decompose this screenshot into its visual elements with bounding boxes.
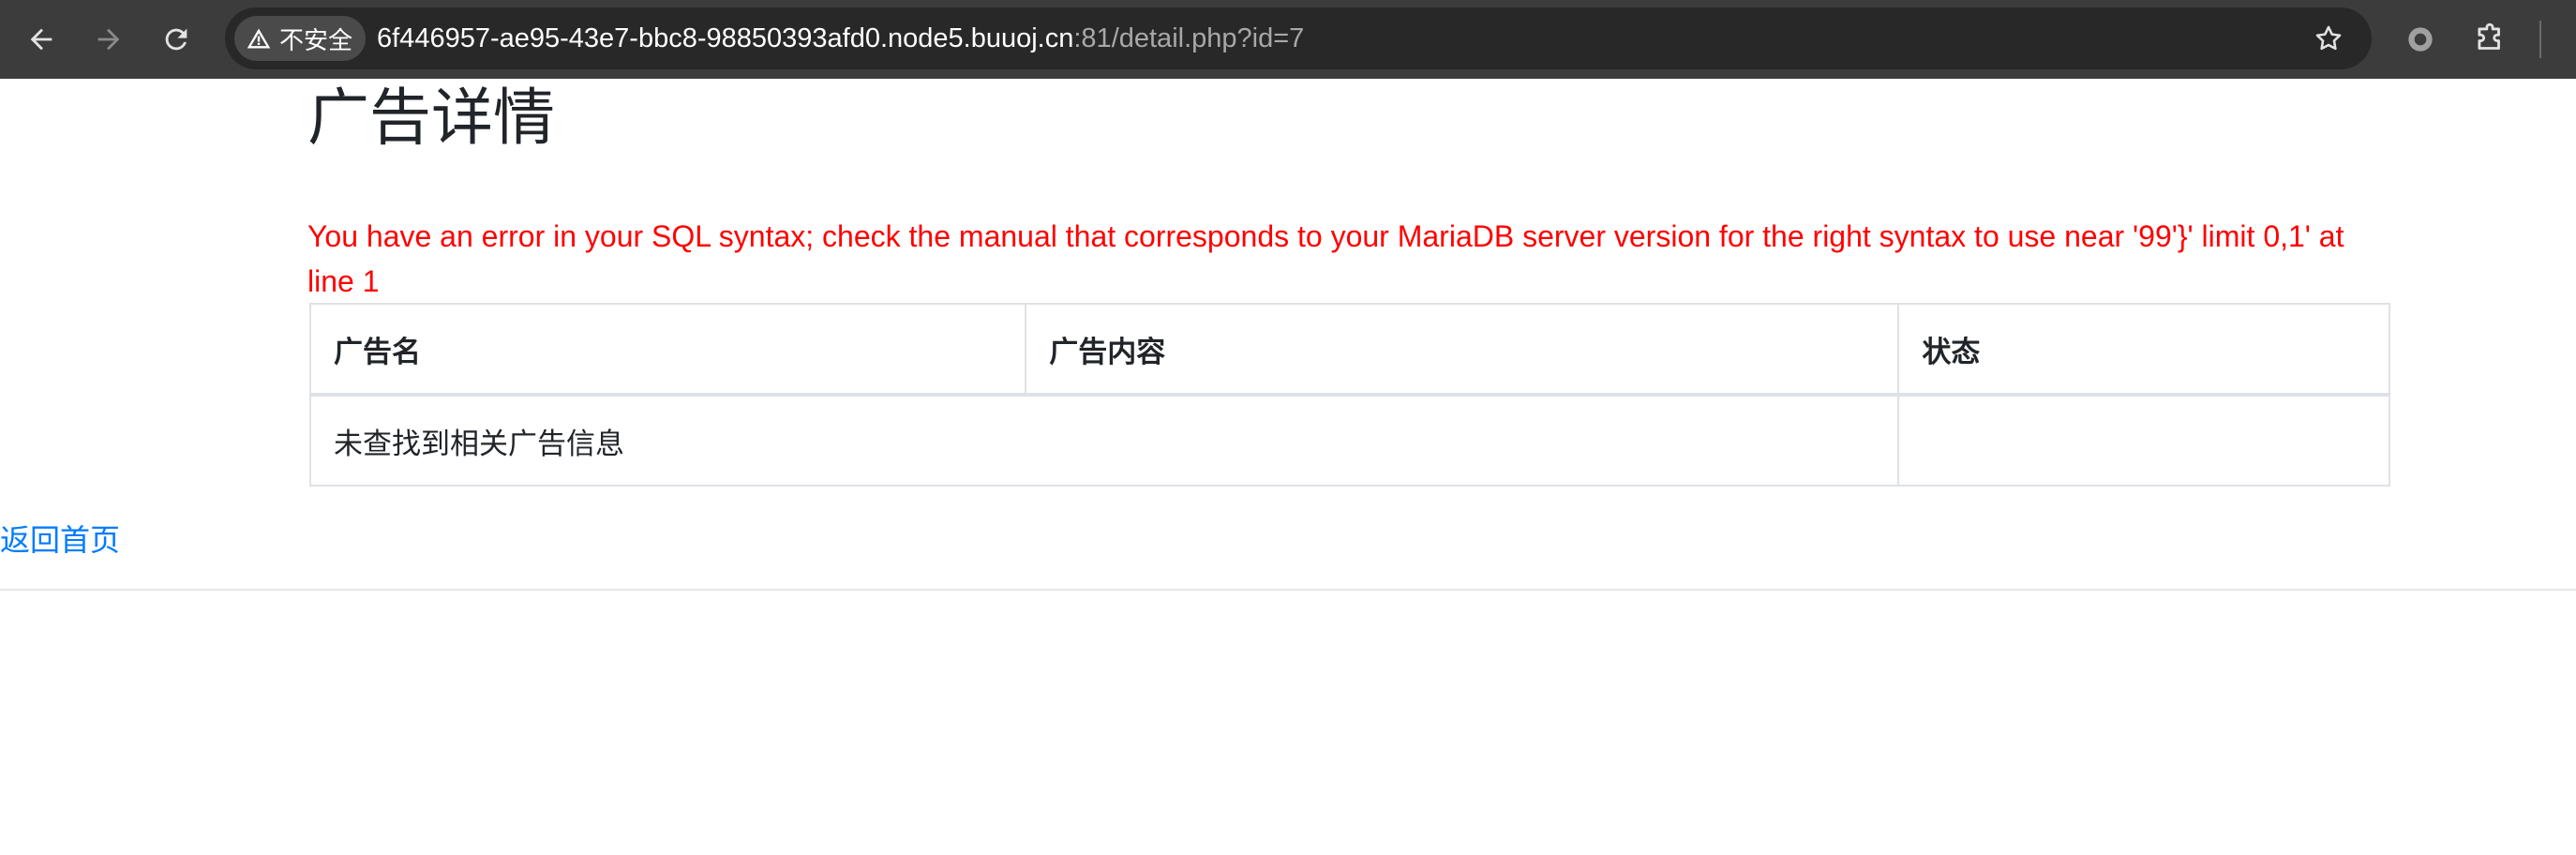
sql-error-message: You have an error in your SQL syntax; ch…: [307, 219, 2344, 298]
page-title: 广告详情: [307, 82, 555, 154]
arrow-right-icon: [97, 28, 120, 51]
browser-toolbar: 不安全 6f446957-ae95-43e7-bbc8-98850393afd0…: [0, 0, 2576, 79]
ad-table: 广告名 广告内容 状态 未查找到相关广告信息: [308, 303, 2390, 487]
url-display[interactable]: 6f446957-ae95-43e7-bbc8-98850393afd0.nod…: [377, 8, 1304, 69]
profile-button[interactable]: [2396, 15, 2445, 64]
warning-triangle-icon: [247, 28, 271, 49]
forward-button[interactable]: [84, 15, 133, 64]
table-row: 未查找到相关广告信息: [308, 394, 2390, 487]
back-to-home-link[interactable]: 返回首页: [0, 518, 120, 562]
star-icon: [2315, 25, 2342, 51]
circle-icon: [2408, 27, 2433, 52]
column-header-ad-content: 广告内容: [1025, 303, 1900, 397]
horizontal-divider: [0, 589, 2576, 591]
reload-icon: [165, 28, 187, 51]
back-button[interactable]: [17, 15, 66, 64]
empty-result-message: 未查找到相关广告信息: [308, 394, 1900, 487]
bookmark-button[interactable]: [2306, 16, 2351, 61]
table-cell-status: [1897, 394, 2390, 487]
reload-button[interactable]: [152, 15, 201, 64]
extensions-button[interactable]: [2465, 15, 2514, 64]
toolbar-divider: [2539, 21, 2541, 58]
arrow-left-icon: [30, 28, 52, 51]
security-indicator[interactable]: 不安全: [234, 16, 367, 61]
url-host: 6f446957-ae95-43e7-bbc8-98850393afd0.nod…: [377, 23, 1074, 53]
column-header-status: 状态: [1897, 303, 2390, 397]
url-path: :81/detail.php?id=7: [1073, 23, 1305, 53]
table-header-row: 广告名 广告内容 状态: [308, 303, 2390, 397]
security-label: 不安全: [279, 26, 353, 55]
puzzle-icon: [2478, 22, 2500, 50]
address-bar[interactable]: 不安全 6f446957-ae95-43e7-bbc8-98850393afd0…: [225, 8, 2372, 69]
column-header-ad-name: 广告名: [308, 303, 1027, 397]
